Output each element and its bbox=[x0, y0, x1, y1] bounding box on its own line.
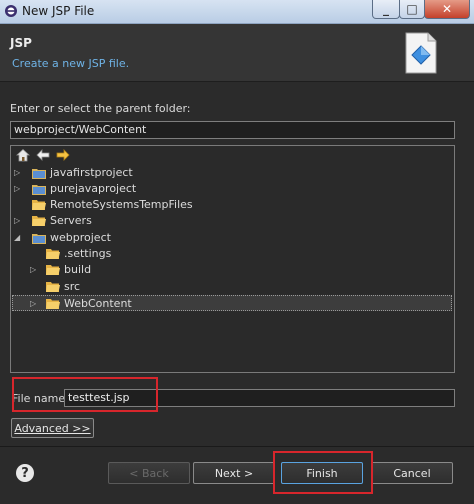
advanced-button-label: Advanced >> bbox=[14, 421, 91, 435]
tree-item-label: javafirstproject bbox=[50, 166, 133, 179]
tree-item[interactable]: ◢ webproject bbox=[12, 230, 452, 246]
folder-icon bbox=[46, 265, 60, 275]
project-icon bbox=[32, 185, 46, 195]
help-icon[interactable]: ? bbox=[16, 464, 34, 482]
back-button[interactable]: < Back bbox=[108, 462, 190, 484]
expand-arrow-icon[interactable]: ▷ bbox=[30, 296, 40, 312]
tree-item-label: build bbox=[64, 263, 92, 276]
eclipse-app-icon bbox=[5, 5, 17, 17]
tree-item[interactable]: .settings bbox=[12, 246, 452, 262]
folder-icon bbox=[32, 216, 46, 226]
folder-icon bbox=[46, 282, 60, 292]
tree-item-label: WebContent bbox=[64, 297, 132, 310]
wizard-message: Create a new JSP file. bbox=[12, 57, 130, 70]
expand-arrow-icon[interactable]: ▷ bbox=[14, 213, 24, 229]
jsp-file-wizard-icon bbox=[405, 32, 437, 74]
next-button[interactable]: Next > bbox=[193, 462, 275, 484]
tree-item[interactable]: src bbox=[12, 279, 452, 295]
tree-item[interactable]: RemoteSystemsTempFiles bbox=[12, 197, 452, 213]
separator bbox=[0, 446, 474, 447]
minimize-button[interactable]: _ bbox=[372, 0, 400, 19]
tree-item[interactable]: ▷ build bbox=[12, 262, 452, 278]
tree-item[interactable]: ▷ javafirstproject bbox=[12, 165, 452, 181]
advanced-button[interactable]: Advanced >> bbox=[11, 418, 94, 438]
expand-arrow-icon[interactable]: ▷ bbox=[14, 165, 24, 181]
back-arrow-icon[interactable] bbox=[36, 148, 50, 162]
home-icon[interactable] bbox=[16, 148, 30, 162]
tree-item[interactable]: ▷ Servers bbox=[12, 213, 452, 229]
tree-item-label: src bbox=[64, 280, 81, 293]
parent-folder-input[interactable]: webproject/WebContent bbox=[10, 121, 455, 139]
tree-item-selected[interactable]: ▷ WebContent bbox=[12, 295, 452, 311]
forward-arrow-icon[interactable] bbox=[56, 148, 70, 162]
expand-arrow-icon[interactable]: ▷ bbox=[14, 181, 24, 197]
tree-item-label: RemoteSystemsTempFiles bbox=[50, 198, 193, 211]
project-icon bbox=[32, 234, 46, 244]
tree-item-label: Servers bbox=[50, 214, 92, 227]
cancel-button[interactable]: Cancel bbox=[371, 462, 453, 484]
file-name-highlight bbox=[12, 377, 158, 412]
collapse-arrow-icon[interactable]: ◢ bbox=[14, 230, 24, 246]
wizard-header bbox=[0, 24, 474, 82]
tree-item-label: .settings bbox=[64, 247, 112, 260]
project-icon bbox=[32, 169, 46, 179]
folder-icon bbox=[46, 249, 60, 259]
tree-item[interactable]: ▷ purejavaproject bbox=[12, 181, 452, 197]
maximize-button[interactable]: □ bbox=[399, 0, 425, 19]
folder-icon bbox=[46, 299, 60, 309]
window-title: New JSP File bbox=[22, 4, 95, 18]
folder-icon bbox=[32, 200, 46, 210]
parent-folder-label: Enter or select the parent folder: bbox=[10, 102, 191, 115]
tree-item-label: purejavaproject bbox=[50, 182, 137, 195]
close-button[interactable]: ✕ bbox=[424, 0, 470, 19]
tree-item-label: webproject bbox=[50, 231, 111, 244]
expand-arrow-icon[interactable]: ▷ bbox=[30, 262, 40, 278]
wizard-title: JSP bbox=[10, 36, 32, 50]
finish-highlight bbox=[273, 451, 373, 494]
